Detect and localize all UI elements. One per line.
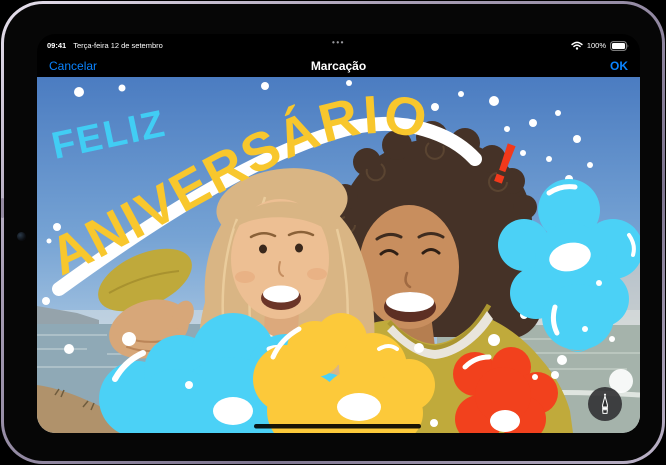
wifi-icon: [571, 41, 583, 50]
status-bar: 09:41 Terça-feira 12 de setembro ••• 100…: [37, 34, 640, 54]
battery-icon: [610, 41, 630, 51]
pen-tool-button[interactable]: [588, 387, 622, 421]
markup-canvas[interactable]: FELIZ ANIVERSÁRIO !: [37, 77, 640, 433]
screen: 09:41 Terça-feira 12 de setembro ••• 100…: [37, 34, 640, 433]
cancel-button[interactable]: Cancelar: [49, 59, 97, 73]
nav-title: Marcação: [311, 59, 366, 73]
ipad-device-frame: 09:41 Terça-feira 12 de setembro ••• 100…: [1, 1, 665, 464]
battery-percent-label: 100%: [587, 41, 606, 50]
bezel: 09:41 Terça-feira 12 de setembro ••• 100…: [4, 4, 662, 461]
ok-button[interactable]: OK: [610, 59, 628, 73]
pen-tool-icon: [599, 393, 611, 415]
front-camera-icon: [17, 232, 26, 241]
page-background: 09:41 Terça-feira 12 de setembro ••• 100…: [0, 0, 666, 465]
status-left: 09:41 Terça-feira 12 de setembro: [47, 41, 163, 50]
date-label: Terça-feira 12 de setembro: [73, 41, 163, 50]
multitask-grabber[interactable]: •••: [332, 41, 345, 45]
nav-bar: Cancelar Marcação OK: [37, 54, 640, 77]
home-indicator[interactable]: [254, 424, 421, 429]
status-right: 100%: [571, 41, 630, 51]
clock-label: 09:41: [47, 41, 66, 50]
